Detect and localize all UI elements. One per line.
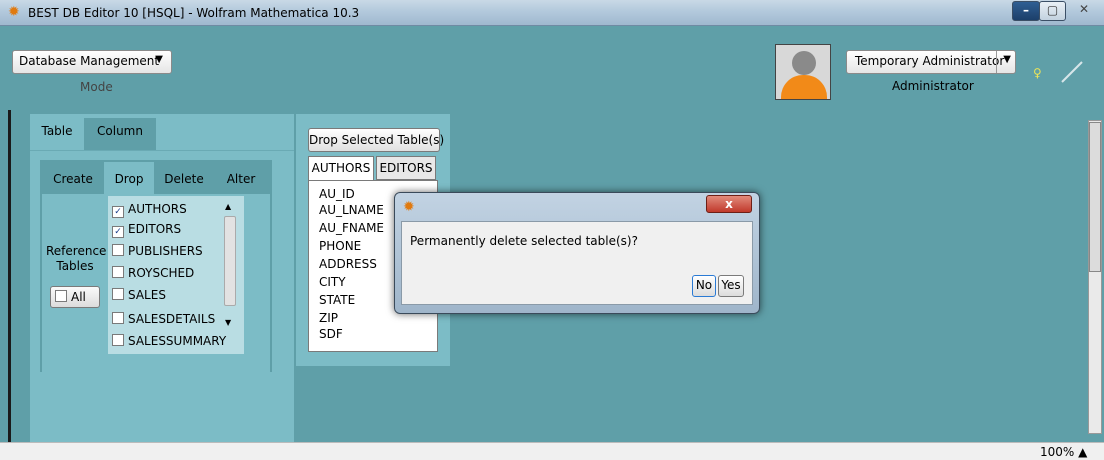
list-item: PHONE	[319, 239, 362, 253]
zoom-control[interactable]: 100% ▲	[1040, 445, 1087, 459]
select-divider	[996, 51, 997, 73]
user-select-value: Temporary Administrator	[855, 54, 1005, 68]
list-item: CITY	[319, 275, 346, 289]
status-bar	[0, 442, 1104, 460]
list-item: ZIP	[319, 311, 338, 325]
checkbox-icon[interactable]: ✓	[112, 206, 124, 218]
scroll-thumb[interactable]	[224, 216, 236, 306]
chevron-down-icon: ▼	[155, 54, 163, 65]
list-item[interactable]: SALESDETAILS	[112, 312, 215, 332]
tab-authors[interactable]: AUTHORS	[308, 156, 374, 182]
dialog-message: Permanently delete selected table(s)?	[410, 234, 638, 248]
no-button[interactable]: No	[692, 275, 716, 297]
list-item: ADDRESS	[319, 257, 377, 271]
avatar	[775, 44, 831, 100]
list-item[interactable]: ✓ AUTHORS	[112, 202, 187, 222]
mode-select-value: Database Management	[19, 54, 160, 68]
panel-edge	[8, 110, 11, 450]
checkbox-icon	[55, 290, 67, 302]
reference-tables-label: Reference Tables	[46, 244, 107, 273]
checkbox-icon[interactable]: ✓	[112, 226, 124, 238]
tab-table[interactable]: Table	[32, 118, 82, 150]
list-item: AU_FNAME	[319, 221, 385, 235]
checkbox-icon[interactable]	[112, 288, 124, 300]
tab-delete[interactable]: Delete	[156, 162, 212, 194]
tab-column[interactable]: Column	[84, 118, 156, 150]
list-item: AU_LNAME	[319, 203, 384, 217]
all-checkbox-button[interactable]: All	[50, 286, 100, 308]
app-icon: ✹	[403, 199, 415, 215]
scroll-up-icon[interactable]: ▲	[225, 202, 231, 211]
drop-selected-tables-button[interactable]: Drop Selected Table(s)	[308, 128, 444, 152]
lightbulb-icon[interactable]: ♀	[1033, 66, 1042, 80]
yes-button[interactable]: Yes	[718, 275, 744, 297]
mode-select[interactable]: Database Management ▼	[12, 50, 172, 74]
avatar-head	[792, 51, 816, 75]
all-label: All	[71, 290, 86, 304]
checkbox-icon[interactable]	[112, 266, 124, 278]
tab-editors[interactable]: EDITORS	[376, 156, 436, 180]
scroll-thumb[interactable]	[1089, 122, 1101, 272]
list-item: STATE	[319, 293, 356, 307]
chevron-down-icon: ▼	[1003, 54, 1011, 65]
window-titlebar: ✹ BEST DB Editor 10 [HSQL] - Wolfram Mat…	[0, 0, 1104, 26]
list-item[interactable]: PUBLISHERS	[112, 244, 203, 264]
maximize-button[interactable]: ▢	[1039, 1, 1066, 21]
user-select[interactable]: Temporary Administrator ▼	[846, 50, 1016, 74]
checkbox-icon[interactable]	[112, 244, 124, 256]
mode-label: Mode	[80, 80, 113, 94]
brush-icon[interactable]	[1058, 58, 1086, 86]
list-item[interactable]: ✓ EDITORS	[112, 222, 181, 242]
tab-drop[interactable]: Drop	[104, 162, 154, 194]
tab-create[interactable]: Create	[42, 162, 104, 194]
window-title: BEST DB Editor 10 [HSQL] - Wolfram Mathe…	[28, 6, 360, 20]
main-scrollbar[interactable]	[1086, 110, 1102, 442]
minimize-button[interactable]: –	[1012, 1, 1040, 21]
list-item[interactable]: ROYSCHED	[112, 266, 194, 286]
app-icon: ✹	[8, 4, 20, 20]
dialog-close-button[interactable]: x	[706, 195, 752, 213]
list-item: AU_ID	[319, 187, 355, 201]
scroll-down-icon[interactable]: ▼	[225, 318, 231, 327]
avatar-body	[781, 75, 827, 99]
role-label: Administrator	[892, 79, 974, 93]
table-list-scrollbar[interactable]: ▲ ▼	[222, 200, 238, 340]
list-item[interactable]: SALES	[112, 288, 166, 308]
close-window-button[interactable]: ✕	[1065, 1, 1103, 19]
checkbox-icon[interactable]	[112, 312, 124, 324]
tab-alter[interactable]: Alter	[214, 162, 268, 194]
list-item[interactable]: SALESSUMMARY	[112, 334, 226, 354]
list-item: SDF	[319, 327, 343, 341]
checkbox-icon[interactable]	[112, 334, 124, 346]
